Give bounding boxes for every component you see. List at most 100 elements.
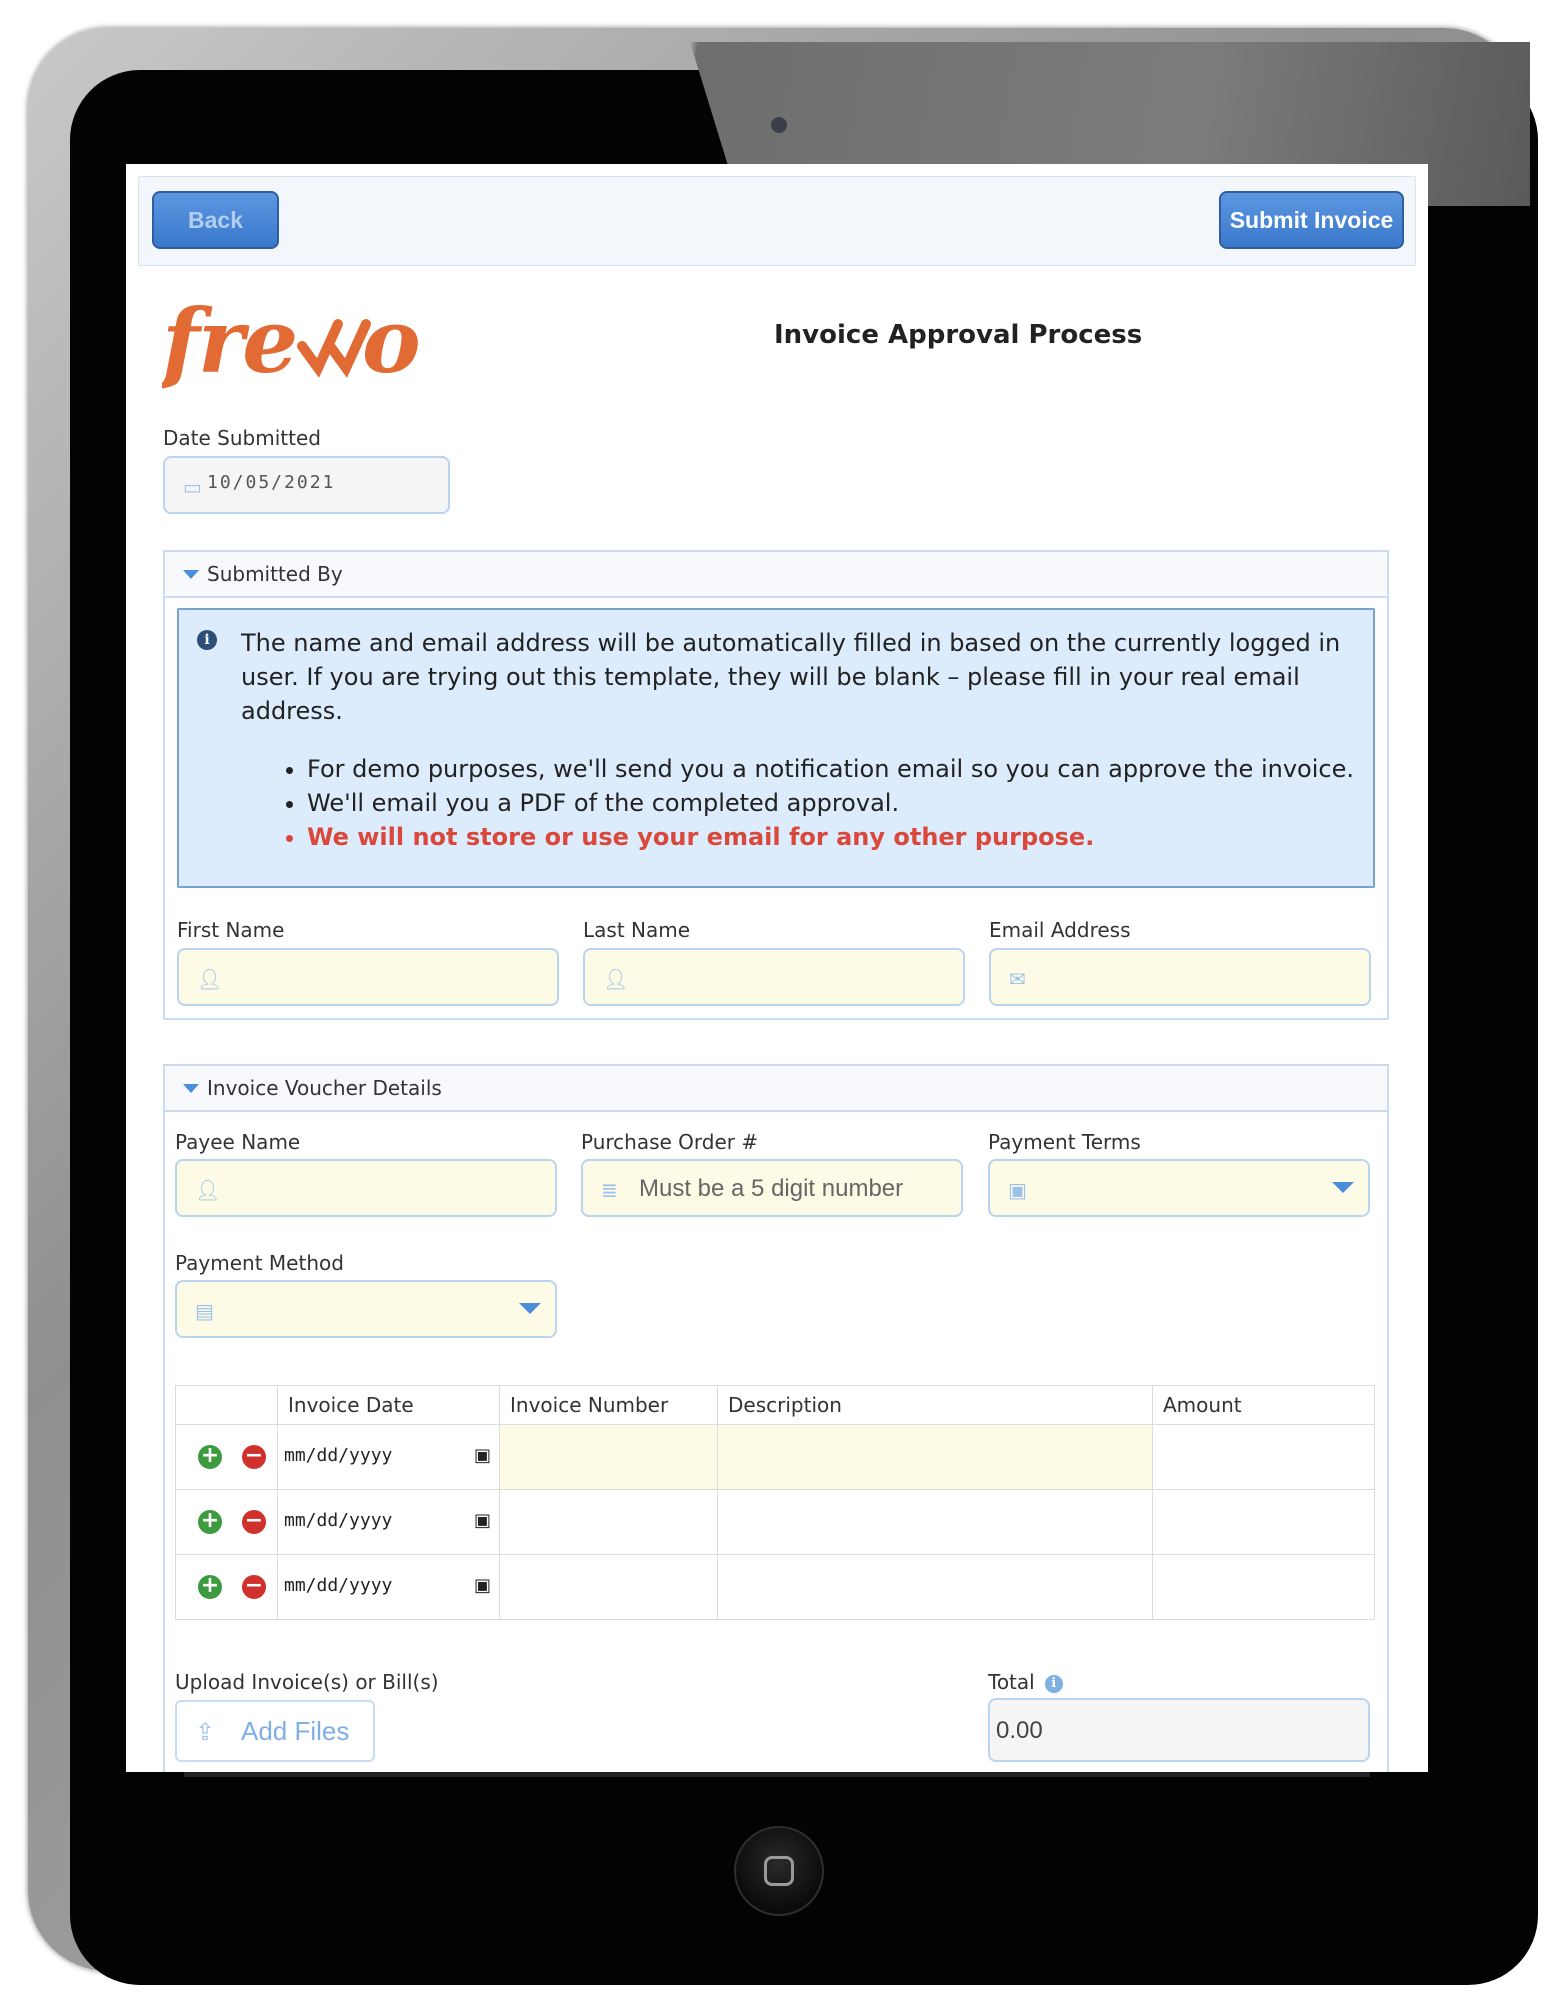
back-button[interactable]: Back xyxy=(152,191,279,249)
home-square-icon xyxy=(764,1856,794,1886)
invoice-details-header[interactable]: Invoice Voucher Details xyxy=(165,1066,1387,1112)
add-row-icon[interactable]: + xyxy=(198,1510,222,1534)
row-controls: + − xyxy=(175,1554,278,1620)
po-placeholder: Must be a 5 digit number xyxy=(639,1175,904,1202)
user-icon: 👤︎ xyxy=(197,967,223,991)
submitted-by-title: Submitted By xyxy=(207,562,343,586)
table-row: + − mm/dd/yyyy ▣ xyxy=(175,1554,1375,1620)
payment-terms-select[interactable]: ▣ xyxy=(988,1159,1370,1217)
total-label: Total xyxy=(988,1670,1035,1694)
invoice-date-input[interactable]: mm/dd/yyyy ▣ xyxy=(277,1489,500,1555)
description-input[interactable] xyxy=(717,1424,1153,1490)
date-submitted-field[interactable]: ▭ 10/05/2021 xyxy=(163,456,450,514)
svg-text:fre: fre xyxy=(162,294,296,393)
submit-invoice-button[interactable]: Submit Invoice xyxy=(1219,191,1404,249)
upload-label: Upload Invoice(s) or Bill(s) xyxy=(175,1670,439,1694)
email-label: Email Address xyxy=(989,918,1131,942)
info-text: The name and email address will be autom… xyxy=(241,629,1341,725)
email-field[interactable]: ✉ xyxy=(989,948,1371,1006)
calendar-icon[interactable]: ▣ xyxy=(474,1575,491,1596)
chevron-down-icon xyxy=(1332,1182,1354,1193)
table-header-controls xyxy=(175,1385,278,1425)
date-placeholder: mm/dd/yyyy xyxy=(284,1575,393,1596)
user-icon: 👤︎ xyxy=(195,1178,221,1202)
payment-terms-label: Payment Terms xyxy=(988,1130,1141,1154)
remove-row-icon[interactable]: − xyxy=(242,1445,266,1469)
money-icon: ▣ xyxy=(1008,1178,1027,1202)
payment-method-select[interactable]: ▤ xyxy=(175,1280,557,1338)
frevvo-logo: fre o xyxy=(156,289,442,408)
total-field: 0.00 xyxy=(988,1698,1370,1762)
info-message-box: i The name and email address will be aut… xyxy=(177,608,1375,888)
submitted-by-header[interactable]: Submitted By xyxy=(165,552,1387,598)
frevvo-logo-graphic: fre o xyxy=(156,289,421,393)
amount-input[interactable] xyxy=(1152,1554,1375,1620)
upload-icon: ⇪ xyxy=(195,1718,216,1746)
description-input[interactable] xyxy=(717,1489,1153,1555)
table-header-row: Invoice Date Invoice Number Description … xyxy=(175,1385,1375,1425)
table-header: Invoice Date xyxy=(277,1385,500,1425)
collapse-caret-icon xyxy=(183,570,199,579)
date-submitted-value: 10/05/2021 xyxy=(207,472,336,493)
description-input[interactable] xyxy=(717,1554,1153,1620)
amount-input[interactable] xyxy=(1152,1489,1375,1555)
toolbar: Back Submit Invoice xyxy=(138,176,1416,266)
purchase-order-field[interactable]: ≣ Must be a 5 digit number xyxy=(581,1159,963,1217)
payee-name-label: Payee Name xyxy=(175,1130,301,1154)
chevron-down-icon xyxy=(519,1303,541,1314)
table-row: + − mm/dd/yyyy ▣ xyxy=(175,1489,1375,1555)
payment-method-label: Payment Method xyxy=(175,1251,344,1275)
envelope-icon: ✉ xyxy=(1009,967,1026,991)
page-title: Invoice Approval Process xyxy=(774,320,1143,350)
invoice-date-input[interactable]: mm/dd/yyyy ▣ xyxy=(277,1554,500,1620)
po-label: Purchase Order # xyxy=(581,1130,759,1154)
invoice-details-title: Invoice Voucher Details xyxy=(207,1076,442,1100)
camera-icon xyxy=(771,117,787,133)
total-value: 0.00 xyxy=(996,1717,1043,1744)
add-files-label: Add Files xyxy=(241,1716,350,1746)
remove-row-icon[interactable]: − xyxy=(242,1575,266,1599)
first-name-label: First Name xyxy=(177,918,285,942)
date-submitted-label: Date Submitted xyxy=(163,426,321,450)
table-header: Invoice Number xyxy=(499,1385,718,1425)
payee-name-field[interactable]: 👤︎ xyxy=(175,1159,557,1217)
info-bullets: For demo purposes, we'll send you a noti… xyxy=(245,752,1354,854)
table-header: Amount xyxy=(1152,1385,1375,1425)
info-icon[interactable]: i xyxy=(1044,1674,1063,1693)
first-name-field[interactable]: 👤︎ xyxy=(177,948,559,1006)
row-controls: + − xyxy=(175,1489,278,1555)
invoice-number-input[interactable] xyxy=(499,1424,718,1490)
add-row-icon[interactable]: + xyxy=(198,1575,222,1599)
add-files-button[interactable]: ⇪ Add Files xyxy=(175,1700,375,1762)
calendar-icon[interactable]: ▣ xyxy=(474,1445,491,1466)
submitted-by-section: Submitted By i The name and email addres… xyxy=(163,550,1389,1020)
amount-input[interactable] xyxy=(1152,1424,1375,1490)
table-header: Description xyxy=(717,1385,1153,1425)
total-label-wrap: Total i xyxy=(988,1670,1063,1694)
home-button[interactable] xyxy=(734,1826,824,1916)
date-placeholder: mm/dd/yyyy xyxy=(284,1510,393,1531)
credit-card-icon: ▤ xyxy=(195,1299,214,1323)
invoice-date-input[interactable]: mm/dd/yyyy ▣ xyxy=(277,1424,500,1490)
last-name-label: Last Name xyxy=(583,918,691,942)
invoice-number-input[interactable] xyxy=(499,1554,718,1620)
date-placeholder: mm/dd/yyyy xyxy=(284,1445,393,1466)
last-name-field[interactable]: 👤︎ xyxy=(583,948,965,1006)
remove-row-icon[interactable]: − xyxy=(242,1510,266,1534)
app-screen: Back Submit Invoice fre o Invoice Approv… xyxy=(126,164,1428,1772)
table-row: + − mm/dd/yyyy ▣ xyxy=(175,1424,1375,1490)
calendar-icon: ▭ xyxy=(183,475,202,499)
user-icon: 👤︎ xyxy=(603,967,629,991)
invoice-table: Invoice Date Invoice Number Description … xyxy=(175,1385,1375,1620)
svg-text:o: o xyxy=(362,294,419,393)
calendar-icon[interactable]: ▣ xyxy=(474,1510,491,1531)
row-controls: + − xyxy=(175,1424,278,1490)
list-icon: ≣ xyxy=(601,1178,618,1202)
info-bullet: We'll email you a PDF of the completed a… xyxy=(307,786,1354,820)
invoice-number-input[interactable] xyxy=(499,1489,718,1555)
add-row-icon[interactable]: + xyxy=(198,1445,222,1469)
info-icon: i xyxy=(197,630,217,650)
collapse-caret-icon xyxy=(183,1084,199,1093)
info-bullet-warning: We will not store or use your email for … xyxy=(307,820,1354,854)
info-bullet: For demo purposes, we'll send you a noti… xyxy=(307,752,1354,786)
